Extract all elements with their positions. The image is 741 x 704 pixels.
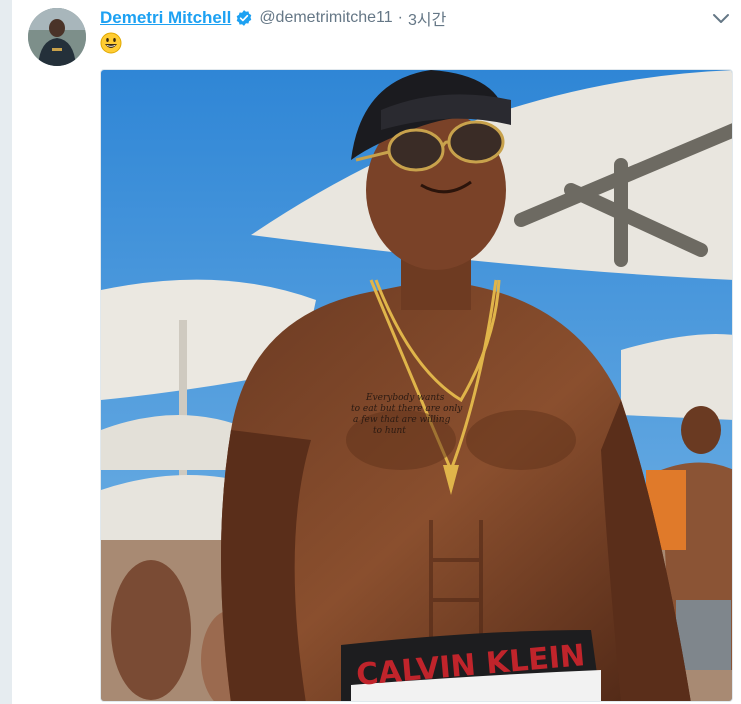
user-handle-link[interactable]: @demetrimitche11	[259, 9, 392, 27]
tweet-header: Demetri Mitchell @demetrimitche11 · 3시간	[100, 6, 446, 30]
display-name-link[interactable]: Demetri Mitchell	[100, 8, 231, 28]
avatar-image	[28, 8, 86, 66]
user-avatar[interactable]	[28, 8, 86, 66]
meta-separator: ·	[397, 9, 403, 26]
chevron-down-icon[interactable]	[712, 12, 730, 26]
tweet-photo[interactable]: Everybody wants to eat but there are onl…	[100, 69, 733, 702]
photo-beach-scene: Everybody wants to eat but there are onl…	[101, 70, 732, 701]
timestamp-link[interactable]: 3시간	[408, 6, 446, 30]
verified-badge-icon	[237, 10, 252, 26]
smiley-emoji	[100, 32, 122, 54]
